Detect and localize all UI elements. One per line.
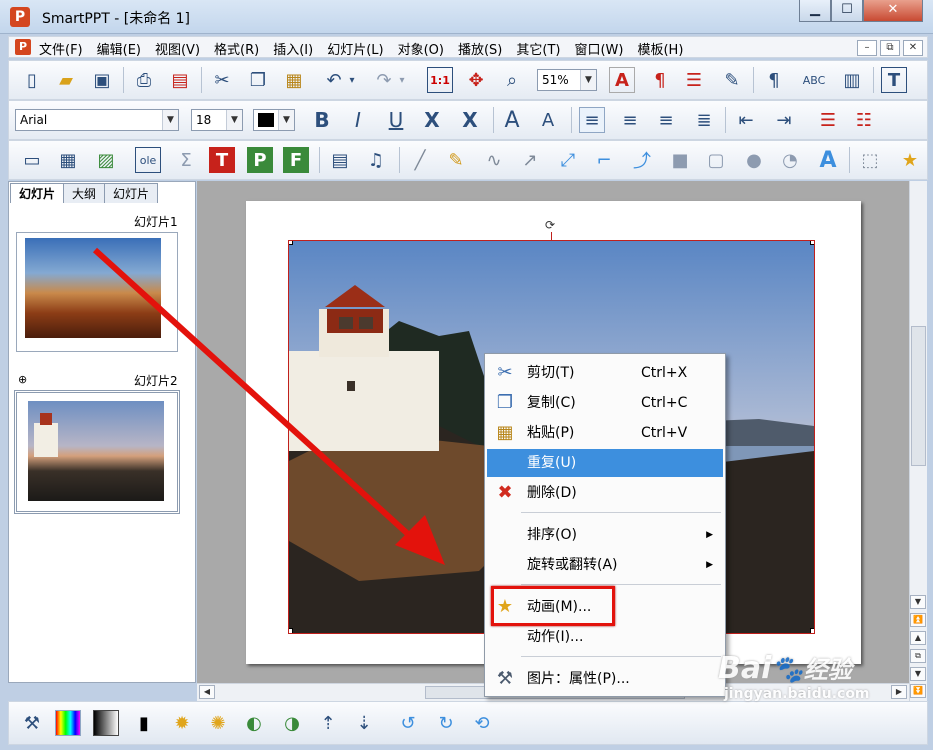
menu-item-cut[interactable]: ✂ 剪切(T) Ctrl+X xyxy=(487,359,723,387)
menu-item-delete[interactable]: ✖ 删除(D) xyxy=(487,479,723,507)
menu-item-rotate-flip[interactable]: 旋转或翻转(A) ▶ xyxy=(487,551,723,579)
menu-item-paste[interactable]: ▦ 粘贴(P) Ctrl+V xyxy=(487,419,723,447)
menu-label: 复制(C) xyxy=(527,395,576,411)
menu-item-order[interactable]: 排序(O) ▶ xyxy=(487,521,723,549)
watermark-url: jingyan.baidu.com xyxy=(724,686,870,702)
menu-item-picture-properties[interactable]: ⚒ 图片：属性(P)... xyxy=(487,665,723,693)
menu-shortcut: Ctrl+V xyxy=(641,425,688,441)
menu-item-action[interactable]: 动作(I)... xyxy=(487,623,723,651)
menu-item-copy[interactable]: ❐ 复制(C) Ctrl+C xyxy=(487,389,723,417)
menu-label: 粘贴(P) xyxy=(527,425,575,441)
menu-label: 排序(O) xyxy=(527,527,577,543)
menu-label: 删除(D) xyxy=(527,485,577,501)
menu-label: 图片：属性(P)... xyxy=(527,671,630,687)
watermark-brand2: 经验 xyxy=(803,656,852,684)
delete-icon: ✖ xyxy=(497,482,513,503)
scissors-icon: ✂ xyxy=(497,362,513,383)
menu-shortcut: Ctrl+C xyxy=(641,395,688,411)
menu-label: 重复(U) xyxy=(527,455,577,471)
paste-icon: ▦ xyxy=(496,422,514,443)
menu-label: 动作(I)... xyxy=(527,629,584,645)
wrench-icon: ⚒ xyxy=(496,668,514,689)
paw-icon: 🐾 xyxy=(771,655,804,685)
baidu-watermark: Bai🐾经验 jingyan.baidu.com xyxy=(718,650,870,702)
context-menu: ✂ 剪切(T) Ctrl+X ❐ 复制(C) Ctrl+C ▦ 粘贴(P) Ct… xyxy=(484,353,726,697)
menu-label: 旋转或翻转(A) xyxy=(527,557,618,573)
submenu-arrow-icon: ▶ xyxy=(706,560,713,570)
menu-label: 剪切(T) xyxy=(527,365,575,381)
menu-item-repeat[interactable]: 重复(U) xyxy=(487,449,723,477)
annotation-arrow xyxy=(92,247,445,565)
menu-shortcut: Ctrl+X xyxy=(641,365,688,381)
watermark-brand: Bai xyxy=(718,651,772,686)
highlight-box xyxy=(491,586,615,626)
copy-icon: ❐ xyxy=(496,392,514,413)
submenu-arrow-icon: ▶ xyxy=(706,530,713,540)
